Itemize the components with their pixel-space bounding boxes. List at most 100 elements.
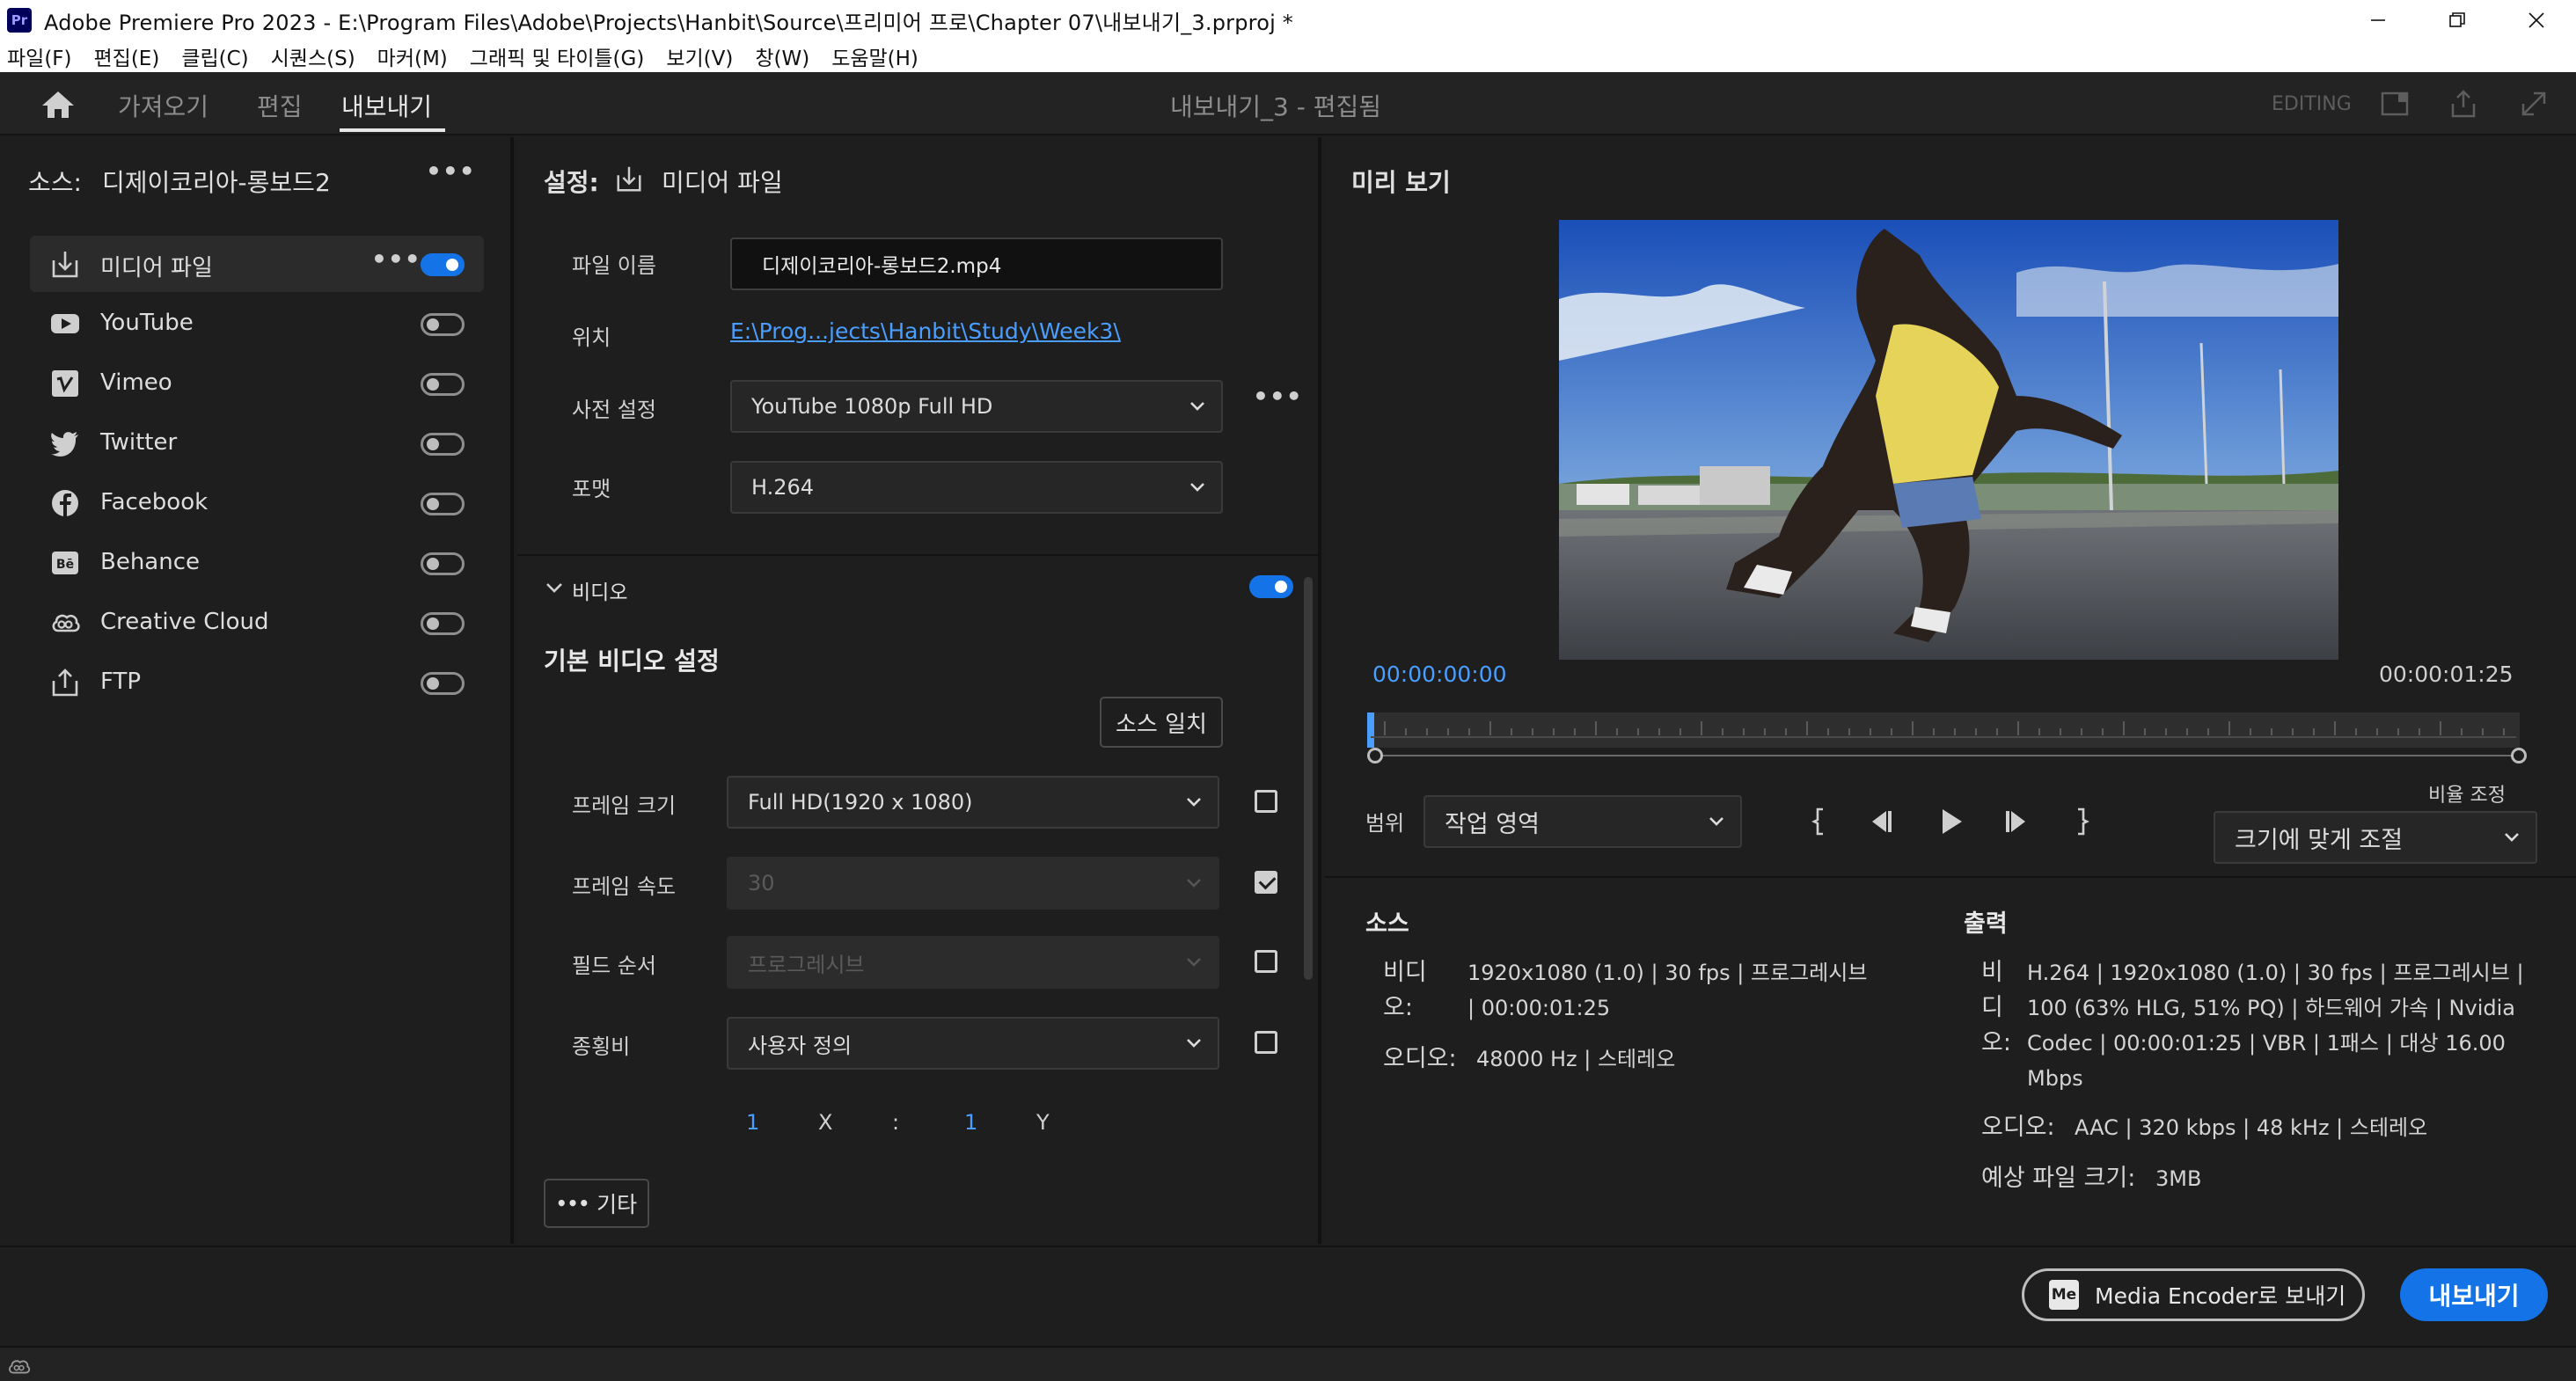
- menu-view[interactable]: 보기(V): [666, 41, 733, 71]
- destination-more-icon[interactable]: •••: [371, 245, 421, 274]
- menu-clip[interactable]: 클립(C): [181, 41, 248, 71]
- export-button[interactable]: 내보내기: [2400, 1268, 2548, 1321]
- aspect-select[interactable]: 사용자 정의: [727, 1017, 1219, 1070]
- export-file-icon: [52, 252, 78, 278]
- settings-scrollbar[interactable]: [1304, 577, 1313, 980]
- workspace-panel-icon[interactable]: [2379, 88, 2411, 120]
- menu-sequence[interactable]: 시퀀스(S): [271, 41, 355, 71]
- work-area-bar[interactable]: [1372, 755, 2521, 756]
- window-controls: [2338, 0, 2576, 40]
- workspace-header: 가져오기 편집 내보내기 내보내기_3 - 편집됨 EDITING: [0, 72, 2576, 135]
- menu-window[interactable]: 창(W): [755, 41, 809, 71]
- tab-import[interactable]: 가져오기: [118, 88, 209, 123]
- tab-edit[interactable]: 편집: [257, 88, 303, 123]
- destinations-panel: 소스: 디제이코리아-롱보드2 ••• 미디어 파일 ••• YouTube V…: [0, 137, 514, 1244]
- destination-toggle[interactable]: [421, 433, 465, 456]
- scale-label: 비율 조정: [2428, 785, 2506, 807]
- aspect-label: 종횡비: [572, 1034, 631, 1059]
- more-options-button[interactable]: ••• 기타: [544, 1179, 649, 1228]
- menu-graphics[interactable]: 그래픽 및 타이틀(G): [470, 41, 645, 71]
- location-link[interactable]: E:\Prog...jects\Hanbit\Study\Week3\: [730, 318, 1121, 344]
- play-icon[interactable]: [1934, 804, 1969, 839]
- destination-toggle[interactable]: [421, 552, 465, 575]
- fullscreen-icon[interactable]: [2518, 88, 2550, 120]
- preset-more-icon[interactable]: •••: [1253, 382, 1303, 411]
- scale-select[interactable]: 크기에 맞게 조절: [2214, 811, 2537, 864]
- frame-size-select[interactable]: Full HD(1920 x 1080): [727, 776, 1219, 829]
- close-icon: [2528, 12, 2544, 28]
- destination-creative-cloud[interactable]: Creative Cloud: [30, 595, 484, 651]
- premiere-logo-icon: Pr: [7, 8, 32, 33]
- destination-twitter[interactable]: Twitter: [30, 415, 484, 471]
- media-encoder-button[interactable]: Me Media Encoder로 보내기: [2022, 1268, 2365, 1321]
- aspect-checkbox[interactable]: [1255, 1031, 1277, 1054]
- chevron-down-icon: [1187, 798, 1201, 807]
- destination-vimeo[interactable]: Vimeo: [30, 355, 484, 412]
- destination-behance[interactable]: Bē Behance: [30, 535, 484, 591]
- destination-toggle[interactable]: [421, 253, 465, 276]
- menu-marker[interactable]: 마커(M): [377, 41, 448, 71]
- menu-file[interactable]: 파일(F): [7, 41, 72, 71]
- preview-timeline[interactable]: [1367, 712, 2520, 748]
- frame-rate-checkbox[interactable]: [1255, 871, 1277, 894]
- destination-toggle[interactable]: [421, 672, 465, 695]
- video-toggle[interactable]: [1249, 575, 1293, 598]
- aspect-y-input[interactable]: 1: [964, 1110, 977, 1135]
- title-bar: Pr Adobe Premiere Pro 2023 - E:\Program …: [0, 0, 2576, 40]
- destination-toggle[interactable]: [421, 373, 465, 396]
- range-select[interactable]: 작업 영역: [1423, 795, 1742, 848]
- match-source-button[interactable]: 소스 일치: [1100, 697, 1223, 748]
- destination-label: FTP: [100, 669, 142, 695]
- destination-label: Vimeo: [100, 369, 172, 396]
- step-back-icon[interactable]: [1863, 804, 1899, 839]
- field-order-checkbox[interactable]: [1255, 950, 1277, 973]
- field-order-select[interactable]: 프로그레시브: [727, 936, 1219, 989]
- status-bar: [0, 1346, 2576, 1381]
- location-label: 위치: [572, 325, 611, 350]
- source-more-icon[interactable]: •••: [426, 157, 476, 186]
- creative-cloud-status-icon[interactable]: [7, 1355, 32, 1376]
- menu-help[interactable]: 도움말(H): [831, 41, 918, 71]
- aspect-x-input[interactable]: 1: [746, 1110, 759, 1135]
- preset-select[interactable]: YouTube 1080p Full HD: [730, 380, 1223, 433]
- media-encoder-label: Media Encoder로 보내기: [2095, 1283, 2346, 1309]
- close-button[interactable]: [2497, 0, 2576, 40]
- mark-out-icon[interactable]: [2071, 804, 2092, 839]
- frame-size-checkbox[interactable]: [1255, 790, 1277, 813]
- project-title: 내보내기_3 - 편집됨: [1170, 92, 1382, 121]
- destination-toggle[interactable]: [421, 313, 465, 336]
- creative-cloud-icon: [52, 614, 80, 632]
- destination-facebook[interactable]: Facebook: [30, 475, 484, 531]
- mark-in-icon[interactable]: [1809, 804, 1830, 839]
- format-value: H.264: [751, 475, 815, 500]
- media-encoder-logo-icon: Me: [2049, 1280, 2079, 1310]
- restore-icon: [2449, 12, 2465, 27]
- share-icon[interactable]: [2448, 88, 2479, 120]
- home-icon[interactable]: [40, 90, 76, 120]
- chevron-down-icon[interactable]: [544, 577, 565, 598]
- range-in-handle[interactable]: [1367, 748, 1383, 764]
- tab-export[interactable]: 내보내기: [341, 88, 432, 123]
- frame-rate-select[interactable]: 30: [727, 857, 1219, 910]
- output-video-label: 비디오:: [1981, 959, 2011, 1056]
- workspace-label[interactable]: EDITING: [2272, 93, 2352, 115]
- output-info-heading: 출력: [1964, 910, 2008, 938]
- file-name-label: 파일 이름: [572, 253, 656, 278]
- facebook-icon: [52, 490, 78, 516]
- range-out-handle[interactable]: [2511, 748, 2527, 764]
- file-name-input[interactable]: 디제이코리아-롱보드2.mp4: [730, 237, 1223, 290]
- destination-media-file[interactable]: 미디어 파일 •••: [30, 236, 484, 292]
- format-select[interactable]: H.264: [730, 461, 1223, 514]
- minimize-button[interactable]: [2338, 0, 2418, 40]
- aspect-separator: :: [892, 1110, 900, 1135]
- destination-toggle[interactable]: [421, 612, 465, 635]
- destination-youtube[interactable]: YouTube: [30, 296, 484, 352]
- destination-ftp[interactable]: FTP: [30, 654, 484, 711]
- step-forward-icon[interactable]: [1999, 804, 2034, 839]
- destination-toggle[interactable]: [421, 493, 465, 515]
- menu-edit[interactable]: 편집(E): [94, 41, 160, 71]
- restore-button[interactable]: [2418, 0, 2497, 40]
- video-section-label[interactable]: 비디오: [572, 575, 627, 605]
- source-video-label: 비디오:: [1383, 959, 1427, 1021]
- current-timecode[interactable]: 00:00:00:00: [1372, 661, 1507, 687]
